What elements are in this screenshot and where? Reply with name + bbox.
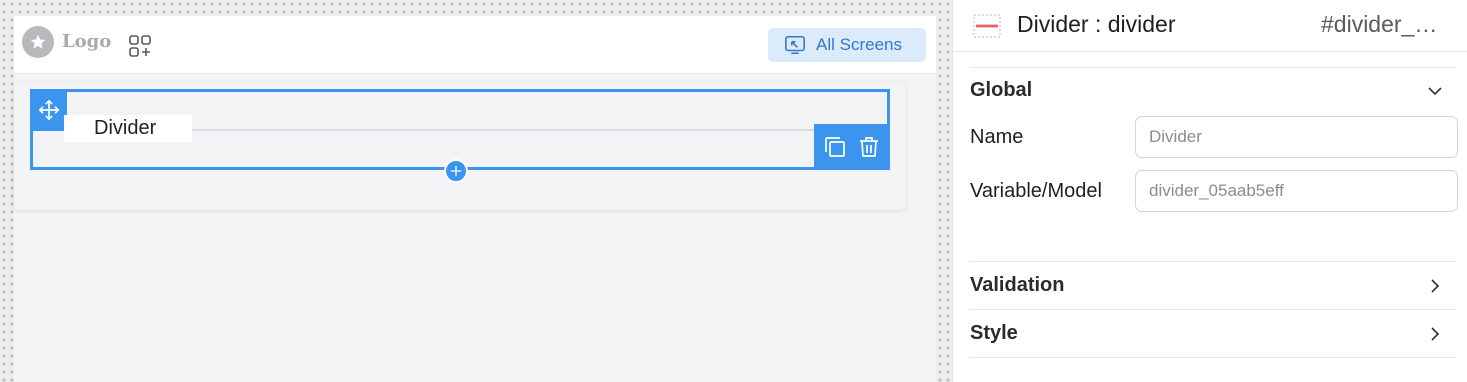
- chevron-right-icon: [1431, 327, 1440, 341]
- all-screens-label: All Screens: [816, 35, 902, 54]
- divider-label: Divider: [94, 117, 157, 139]
- component-action-bar: [814, 124, 890, 170]
- section-divider: [970, 67, 1456, 68]
- name-label: Name: [970, 126, 1024, 148]
- copy-icon[interactable]: [823, 135, 847, 159]
- logo-text: Logo: [62, 31, 112, 52]
- trash-icon[interactable]: [857, 135, 881, 159]
- logo-badge: [22, 26, 54, 58]
- name-input[interactable]: [1135, 116, 1458, 158]
- move-handle[interactable]: [30, 89, 67, 131]
- screen-pointer-icon: [785, 35, 805, 55]
- move-arrows-icon: [38, 100, 59, 120]
- global-section-title: Global: [970, 79, 1033, 101]
- panel-header: Divider : divider #divider_…: [953, 0, 1467, 52]
- component-id: #divider_…: [1321, 11, 1438, 37]
- app-header: Logo All Screens: [14, 16, 936, 74]
- apps-add-icon[interactable]: [128, 34, 152, 58]
- star-icon: [30, 34, 46, 49]
- design-canvas: Logo All Screens Divider: [0, 0, 952, 382]
- add-component-button[interactable]: [444, 159, 468, 183]
- divider-component-icon: [973, 14, 1001, 38]
- component-title: Divider : divider: [1017, 11, 1176, 37]
- chevron-down-icon: [1428, 87, 1442, 96]
- properties-panel: Divider : divider #divider_… Global Name…: [952, 0, 1467, 382]
- chevron-right-icon: [1431, 279, 1440, 293]
- variable-input[interactable]: [1135, 170, 1458, 212]
- validation-section-title: Validation: [970, 274, 1065, 296]
- section-divider: [970, 261, 1456, 262]
- style-section-title: Style: [970, 322, 1018, 344]
- variable-label: Variable/Model: [970, 180, 1102, 202]
- all-screens-button[interactable]: All Screens: [768, 28, 926, 62]
- plus-icon: [450, 165, 462, 177]
- section-divider: [970, 357, 1456, 358]
- section-divider: [970, 309, 1456, 310]
- divider-line: [192, 129, 814, 131]
